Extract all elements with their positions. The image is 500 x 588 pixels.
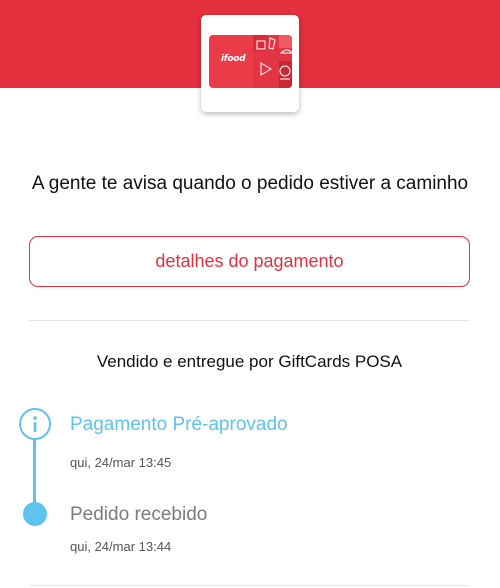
timeline-step-time: qui, 24/mar 13:44 xyxy=(70,539,172,554)
brand-logo: ifood xyxy=(221,54,246,64)
timeline-step-title: Pedido recebido xyxy=(70,504,208,525)
timeline-step-time: qui, 24/mar 13:45 xyxy=(70,455,172,470)
gift-card-thumbnail: ifood xyxy=(201,15,299,112)
food-illustration-icon xyxy=(253,35,292,88)
dot-icon xyxy=(23,502,47,526)
seller-info: Vendido e entregue por GiftCards POSA xyxy=(96,352,403,371)
gift-card-image: ifood xyxy=(209,35,292,88)
section-divider xyxy=(29,585,470,586)
timeline-step-title: Pagamento Pré-aprovado xyxy=(70,414,288,435)
info-icon xyxy=(19,408,51,440)
section-divider xyxy=(29,320,470,321)
timeline-connector xyxy=(33,436,36,512)
delivery-notice-message: A gente te avisa quando o pedido estiver… xyxy=(31,173,469,194)
payment-details-button[interactable]: detalhes do pagamento xyxy=(29,236,470,287)
